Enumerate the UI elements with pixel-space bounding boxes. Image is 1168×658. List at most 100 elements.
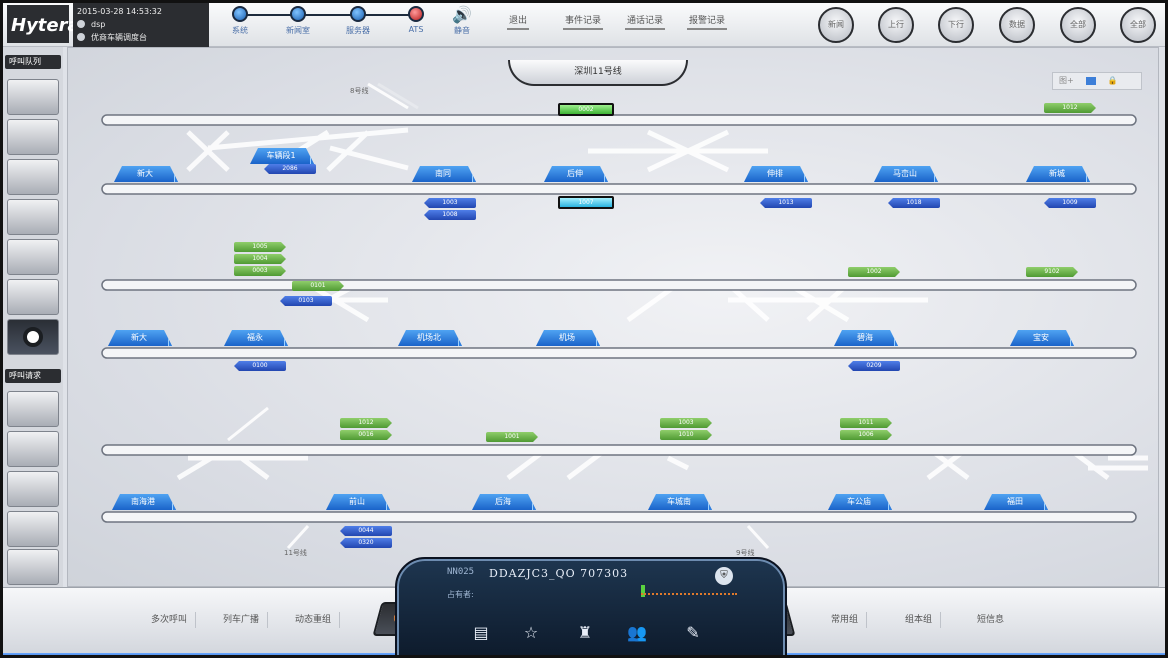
monitor-button[interactable] — [7, 319, 59, 355]
station-name: 新大 — [137, 169, 153, 178]
phone-book-icon[interactable]: ✎ — [683, 623, 703, 643]
station-name: 机场北 — [417, 333, 441, 342]
train-1010[interactable]: 1010 — [660, 430, 712, 440]
train-1009[interactable]: 1009 — [1044, 198, 1096, 208]
station-name: 碧海 — [857, 333, 873, 342]
view-icon[interactable] — [1085, 76, 1096, 85]
station-icon[interactable]: ♜ — [575, 623, 595, 643]
train-1003[interactable]: 1003 — [424, 198, 476, 208]
contacts-icon[interactable]: ▤ — [471, 623, 491, 643]
request-slot[interactable] — [7, 391, 59, 427]
user-row: dsp — [77, 18, 205, 31]
train-0002[interactable]: 0002 — [558, 103, 614, 116]
status-dot-icon — [408, 6, 424, 22]
train-broadcast-button[interactable]: 列车广播 — [215, 612, 269, 628]
local-group-button[interactable]: 组本组 — [897, 612, 942, 628]
menu-call-log[interactable]: 通话记录 — [625, 13, 666, 30]
train-1001[interactable]: 1001 — [486, 432, 538, 442]
sidebar: 呼叫队列 呼叫请求 — [3, 47, 63, 587]
call-request-header: 呼叫请求 — [5, 369, 61, 383]
occupant-label: 占有者: — [447, 590, 474, 599]
train-2086[interactable]: 2086 — [264, 164, 316, 174]
shield-icon[interactable]: ⛨ — [715, 567, 733, 585]
hytera-logo: Hytera — [7, 5, 80, 43]
train-1005[interactable]: 1005 — [234, 242, 286, 252]
train-0209[interactable]: 0209 — [848, 361, 900, 371]
round-button-4[interactable]: 数据 — [999, 7, 1035, 43]
station-name: 车公庙 — [847, 497, 871, 506]
queue-slot[interactable] — [7, 119, 59, 155]
train-1012[interactable]: 1012 — [1044, 103, 1096, 113]
dynamic-regroup-button[interactable]: 动态重组 — [287, 612, 341, 628]
top-bar: Hytera 2015-03-28 14:53:32 dsp 优商车辆调度台 系… — [3, 3, 1165, 47]
station-name: 福田 — [1007, 497, 1023, 506]
menu-event-log[interactable]: 事件记录 — [563, 13, 604, 30]
round-button-3[interactable]: 下行 — [938, 7, 974, 43]
train-0016[interactable]: 0016 — [340, 430, 392, 440]
status-system[interactable]: 系统 — [221, 5, 259, 36]
request-slot[interactable] — [7, 549, 59, 585]
eye-icon — [23, 327, 43, 347]
mute-toggle[interactable]: 🔊 静音 — [443, 5, 481, 36]
train-0103[interactable]: 0103 — [280, 296, 332, 306]
train-0320[interactable]: 0320 — [340, 538, 392, 548]
call-panel: NN025 DDAZJC3_QO 707303 占有者: ⛨ ▤ ☆ ♜ 👥 ✎ — [395, 557, 787, 655]
status-ats[interactable]: ATS — [397, 5, 435, 34]
role-row: 优商车辆调度台 — [77, 31, 205, 44]
train-1013[interactable]: 1013 — [760, 198, 812, 208]
user-role: 优商车辆调度台 — [91, 33, 147, 42]
queue-slot[interactable] — [7, 79, 59, 115]
user-icon — [77, 20, 85, 28]
round-button-5[interactable]: 全部 — [1060, 7, 1096, 43]
datetime-text: 2015-03-28 14:53:32 — [77, 7, 162, 16]
station-name: 后伸 — [567, 169, 583, 178]
status-newsroom[interactable]: 新闻室 — [279, 5, 317, 36]
zoom-icon[interactable]: 图+ — [1059, 73, 1074, 89]
queue-slot[interactable] — [7, 279, 59, 315]
station-name: 车城南 — [667, 497, 691, 506]
train-1018[interactable]: 1018 — [888, 198, 940, 208]
round-button-1[interactable]: 新闻 — [818, 7, 854, 43]
line-title[interactable]: 深圳11号线 — [508, 60, 688, 86]
line-label: 11号线 — [284, 549, 307, 557]
sms-button[interactable]: 短信息 — [969, 612, 1012, 628]
station-name: 前山 — [349, 497, 365, 506]
line-label: 8号线 — [350, 87, 369, 95]
train-0044[interactable]: 0044 — [340, 526, 392, 536]
status-server[interactable]: 服务器 — [339, 5, 377, 36]
station-name: 机场 — [559, 333, 575, 342]
train-1002[interactable]: 1002 — [848, 267, 900, 277]
train-0101[interactable]: 0101 — [292, 281, 344, 291]
round-button-6[interactable]: 全部 — [1120, 7, 1156, 43]
train-1004[interactable]: 1004 — [234, 254, 286, 264]
train-1007[interactable]: 1007 — [558, 196, 614, 209]
queue-slot[interactable] — [7, 239, 59, 275]
train-1011[interactable]: 1011 — [840, 418, 892, 428]
call-queue-header: 呼叫队列 — [5, 55, 61, 69]
menu-alarm-log[interactable]: 报警记录 — [687, 13, 728, 30]
train-1008[interactable]: 1008 — [424, 210, 476, 220]
request-slot[interactable] — [7, 471, 59, 507]
group-icon[interactable]: 👥 — [627, 623, 647, 643]
round-button-2[interactable]: 上行 — [878, 7, 914, 43]
multi-call-button[interactable]: 多次呼叫 — [143, 612, 197, 628]
train-1012[interactable]: 1012 — [340, 418, 392, 428]
station-name: 新城 — [1049, 169, 1065, 178]
menu-exit[interactable]: 退出 — [507, 13, 530, 30]
request-slot[interactable] — [7, 431, 59, 467]
queue-slot[interactable] — [7, 159, 59, 195]
train-1003[interactable]: 1003 — [660, 418, 712, 428]
map-toolbar: 图+ 🔒 — [1052, 72, 1142, 90]
datetime-panel: 2015-03-28 14:53:32 dsp 优商车辆调度台 — [73, 3, 209, 47]
queue-slot[interactable] — [7, 199, 59, 235]
line-map: 深圳11号线 图+ 🔒 8号线 11号线 9号线 新大 S 车辆段1 S 南同 S 后伸 S 伸排… — [67, 47, 1159, 587]
star-icon[interactable]: ☆ — [521, 623, 541, 643]
train-0003[interactable]: 0003 — [234, 266, 286, 276]
common-group-button[interactable]: 常用组 — [823, 612, 868, 628]
train-1006[interactable]: 1006 — [840, 430, 892, 440]
request-slot[interactable] — [7, 511, 59, 547]
train-0100[interactable]: 0100 — [234, 361, 286, 371]
status-connector — [239, 14, 415, 16]
train-9102[interactable]: 9102 — [1026, 267, 1078, 277]
lock-icon[interactable]: 🔒 — [1108, 73, 1118, 89]
